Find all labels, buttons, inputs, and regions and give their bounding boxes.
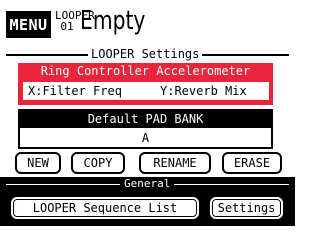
pad-bank-value: A <box>141 131 150 145</box>
looper-sequence-list-button[interactable]: LOOPER Sequence List <box>11 197 199 219</box>
ring-controller-label: Ring Controller Accelerometer <box>40 64 251 78</box>
y-assignment: Y:Reverb Mix <box>160 84 247 98</box>
rename-button[interactable]: RENAME <box>139 152 211 174</box>
new-button[interactable]: NEW <box>15 152 61 174</box>
page-title: Empty <box>80 6 146 36</box>
settings-button[interactable]: Settings <box>210 197 283 219</box>
looper-settings-heading: LOOPER Settings <box>88 48 203 60</box>
menu-label: MENU <box>9 15 48 34</box>
copy-button[interactable]: COPY <box>71 152 125 174</box>
erase-button[interactable]: ERASE <box>222 152 282 174</box>
pad-bank-label: Default PAD BANK <box>20 111 271 128</box>
looper-number: 01 <box>60 20 74 33</box>
looper-screen: MENU LOOPER 01 Empty LOOPER Settings Rin… <box>0 0 295 226</box>
menu-button[interactable]: MENU <box>6 11 51 38</box>
general-heading: General <box>120 178 175 190</box>
x-assignment: X:Filter Freq <box>28 84 122 98</box>
